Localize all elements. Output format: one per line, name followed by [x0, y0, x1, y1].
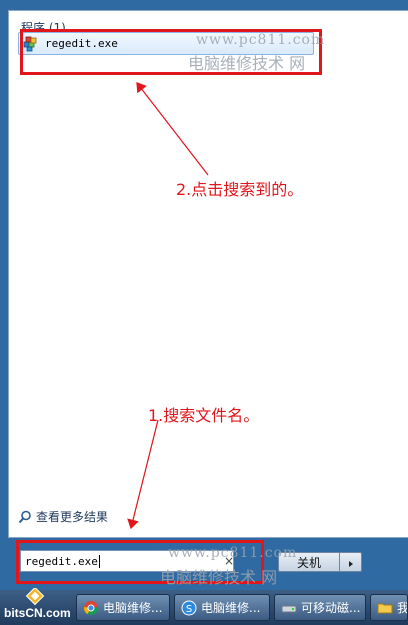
svg-text:S: S — [186, 604, 192, 615]
taskbar-button-3[interactable]: 可移动磁... — [274, 594, 366, 621]
drive-icon — [281, 600, 297, 616]
watermark-text-bottom: 电脑维修技术 网 — [160, 568, 278, 587]
search-results-pane: 程序 (1) — [8, 10, 408, 538]
shutdown-options-button[interactable] — [340, 552, 362, 572]
see-more-results-label: 查看更多结果 — [36, 510, 109, 524]
taskbar-button-4[interactable]: 我 — [370, 594, 408, 621]
chevron-right-icon — [347, 553, 355, 572]
see-more-results-link[interactable]: 查看更多结果 — [18, 508, 108, 525]
taskbar-button-label: 我 — [397, 601, 408, 615]
annotation-step-1: 1.搜索文件名。 — [148, 406, 260, 425]
browser-s-icon: S — [181, 600, 197, 616]
watermark-text: 电脑维修技术 网 — [188, 54, 306, 73]
taskbar: bitsCN.com 电脑维修... S 电脑维修... 可移动磁... 我 — [0, 588, 408, 625]
bitscn-logo-icon — [25, 588, 45, 606]
bitscn-brand: bitsCN.com — [4, 606, 71, 620]
folder-icon — [377, 600, 393, 616]
magnifier-icon — [18, 510, 32, 524]
taskbar-button-label: 电脑维修... — [201, 601, 261, 615]
taskbar-button-1[interactable]: 电脑维修... — [76, 594, 170, 621]
watermark-url: www.pc811.com — [196, 32, 326, 48]
watermark-url-bottom: www.pc811.com — [168, 545, 298, 561]
chrome-icon — [83, 600, 99, 616]
taskbar-button-label: 可移动磁... — [301, 601, 361, 615]
taskbar-button-label: 电脑维修... — [103, 601, 163, 615]
taskbar-button-2[interactable]: S 电脑维修... — [174, 594, 270, 621]
annotation-step-2: 2.点击搜索到的。 — [176, 180, 304, 199]
start-button[interactable]: bitsCN.com — [2, 588, 74, 623]
start-menu: 程序 (1) regedit.exe www.pc811.com 电脑维修技术 … — [0, 0, 408, 590]
